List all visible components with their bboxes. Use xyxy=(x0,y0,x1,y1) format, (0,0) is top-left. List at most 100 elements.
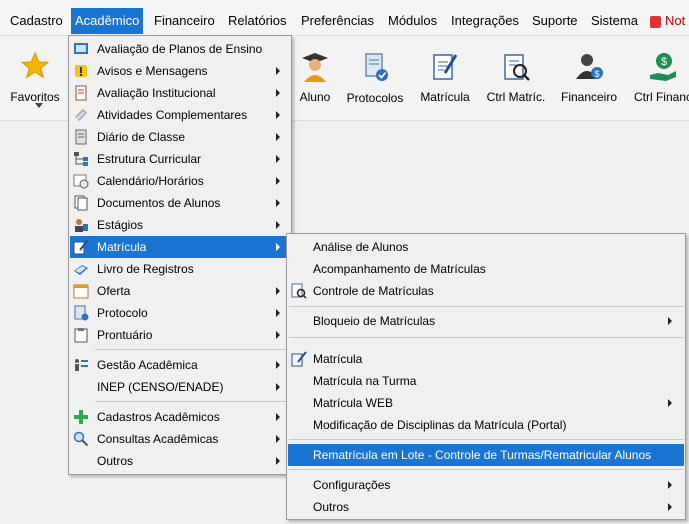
diary-icon xyxy=(75,129,87,145)
protocolos-button[interactable]: Protocolos xyxy=(344,37,406,121)
menu-cadastro[interactable]: Cadastro xyxy=(6,8,67,34)
menu-item-estagios[interactable]: Estágios xyxy=(70,214,290,236)
menu-item-avaliacao-institucional[interactable]: Avaliação Institucional xyxy=(70,82,290,104)
submenu-item-matricula-web[interactable]: Matrícula WEB xyxy=(288,392,684,414)
submenu-item-rematricula-lote[interactable]: Rematrícula em Lote - Controle de Turmas… xyxy=(288,444,684,466)
menu-item-avisos[interactable]: Avisos e Mensagens xyxy=(70,60,290,82)
menu-separator xyxy=(289,439,683,440)
submenu-arrow-icon xyxy=(668,399,672,407)
submenu-arrow-icon xyxy=(276,133,280,141)
submenu-arrow-icon xyxy=(276,435,280,443)
submenu-item-matricula[interactable]: Matrícula xyxy=(288,348,684,370)
management-icon xyxy=(75,359,88,371)
ctrl-financ-button[interactable]: $ Ctrl Financ xyxy=(630,37,689,121)
menu-item-oferta[interactable]: Oferta xyxy=(70,280,290,302)
submenu-item-matricula-turma[interactable]: Matrícula na Turma xyxy=(288,370,684,392)
submenu-arrow-icon xyxy=(276,287,280,295)
submenu-item-analise-alunos[interactable]: Análise de Alunos xyxy=(288,236,684,258)
menu-modulos[interactable]: Módulos xyxy=(384,8,441,34)
ctrl-financ-label: Ctrl Financ xyxy=(633,90,689,104)
menu-item-atividades[interactable]: Atividades Complementares xyxy=(70,104,290,126)
internship-icon xyxy=(75,219,88,232)
activities-icon xyxy=(75,109,87,121)
protocol-icon xyxy=(74,305,89,321)
menu-item-prontuario[interactable]: Prontuário xyxy=(70,324,290,346)
submenu-arrow-icon xyxy=(276,221,280,229)
menu-item-livro[interactable]: Livro de Registros xyxy=(70,258,290,280)
favorites-button[interactable]: Favoritos xyxy=(4,37,66,121)
clipboard-icon xyxy=(74,328,88,343)
enrollment-pen-icon xyxy=(73,239,89,255)
enrollment-control-icon xyxy=(504,54,530,81)
svg-text:$: $ xyxy=(594,69,599,79)
matricula-button[interactable]: Matrícula xyxy=(416,37,474,121)
menu-item-calendario[interactable]: Calendário/Horários xyxy=(70,170,290,192)
control-search-icon xyxy=(291,283,307,299)
submenu-arrow-icon xyxy=(276,457,280,465)
submenu-item-outros[interactable]: Outros xyxy=(288,496,684,518)
menu-separator xyxy=(289,469,683,470)
submenu-arrow-icon xyxy=(668,317,672,325)
menu-separator xyxy=(95,349,289,350)
menu-item-gestao[interactable]: Gestão Acadêmica xyxy=(70,354,290,376)
enrollment-pen-icon xyxy=(291,351,307,367)
financeiro-label: Financeiro xyxy=(560,90,618,104)
book-icon xyxy=(74,265,88,275)
menu-bar: Cadastro Acadêmico Financeiro Relatórios… xyxy=(0,0,689,36)
hierarchy-icon xyxy=(74,152,88,166)
ctrl-matric-button[interactable]: Ctrl Matríc. xyxy=(482,37,550,121)
warning-icon xyxy=(75,65,87,77)
menu-item-inep[interactable]: INEP (CENSO/ENADE) xyxy=(70,376,290,398)
menu-item-outros[interactable]: Outros xyxy=(70,450,290,472)
svg-text:$: $ xyxy=(661,56,667,68)
calendar-clock-icon xyxy=(73,174,89,189)
submenu-arrow-icon xyxy=(276,361,280,369)
submenu-arrow-icon xyxy=(276,413,280,421)
menu-item-cadastros[interactable]: Cadastros Acadêmicos xyxy=(70,406,290,428)
menu-item-documentos[interactable]: Documentos de Alunos xyxy=(70,192,290,214)
menu-sistema[interactable]: Sistema xyxy=(587,8,642,34)
submenu-arrow-icon xyxy=(276,89,280,97)
enrollment-edit-icon xyxy=(433,54,458,80)
star-icon xyxy=(20,51,50,79)
menu-preferencias[interactable]: Preferências xyxy=(297,8,378,34)
menu-academico[interactable]: Acadêmico xyxy=(71,8,144,34)
menu-financeiro[interactable]: Financeiro xyxy=(150,8,219,34)
matricula-label: Matrícula xyxy=(420,90,470,104)
submenu-arrow-icon xyxy=(276,383,280,391)
submenu-item-acompanhamento[interactable]: Acompanhamento de Matrículas xyxy=(288,258,684,280)
submenu-arrow-icon xyxy=(276,309,280,317)
submenu-arrow-icon xyxy=(276,67,280,75)
evaluation-icon xyxy=(75,85,87,101)
submenu-item-configuracoes[interactable]: Configurações xyxy=(288,474,684,496)
aluno-label: Aluno xyxy=(299,90,331,104)
search-icon xyxy=(73,431,89,447)
finance-person-icon: $ xyxy=(576,54,603,79)
menu-item-estrutura[interactable]: Estrutura Curricular xyxy=(70,148,290,170)
favorites-label: Favoritos xyxy=(10,90,60,104)
offer-calendar-icon xyxy=(73,284,89,299)
menu-item-diario[interactable]: Diário de Classe xyxy=(70,126,290,148)
menu-item-consultas[interactable]: Consultas Acadêmicas xyxy=(70,428,290,450)
aluno-button[interactable]: Aluno xyxy=(294,37,336,121)
financeiro-button[interactable]: $ Financeiro xyxy=(556,37,622,121)
money-hand-icon: $ xyxy=(650,53,676,81)
menu-integracoes[interactable]: Integrações xyxy=(447,8,523,34)
submenu-item-bloqueio[interactable]: Bloqueio de Matrículas xyxy=(288,310,684,332)
submenu-arrow-icon xyxy=(276,155,280,163)
plan-board-icon xyxy=(74,43,88,54)
menu-suporte[interactable]: Suporte xyxy=(528,8,582,34)
menu-item-avaliacao-planos[interactable]: Avaliação de Planos de Ensino xyxy=(70,38,290,60)
documents-icon xyxy=(74,195,88,211)
notification-icon xyxy=(650,15,661,28)
menu-relatorios[interactable]: Relatórios xyxy=(224,8,291,34)
submenu-item-modificacao[interactable]: Modificação de Disciplinas da Matrícula … xyxy=(288,414,684,436)
menu-item-matricula[interactable]: Matrícula xyxy=(70,236,290,258)
menu-item-protocolo[interactable]: Protocolo xyxy=(70,302,290,324)
submenu-item-controle[interactable]: Controle de Matrículas xyxy=(288,280,684,302)
notifications-menu[interactable]: Not xyxy=(650,8,685,34)
academico-dropdown: Avaliação de Planos de Ensino Avisos e M… xyxy=(68,35,292,475)
submenu-arrow-icon xyxy=(276,243,280,251)
menu-separator xyxy=(289,306,683,307)
submenu-arrow-icon xyxy=(276,177,280,185)
